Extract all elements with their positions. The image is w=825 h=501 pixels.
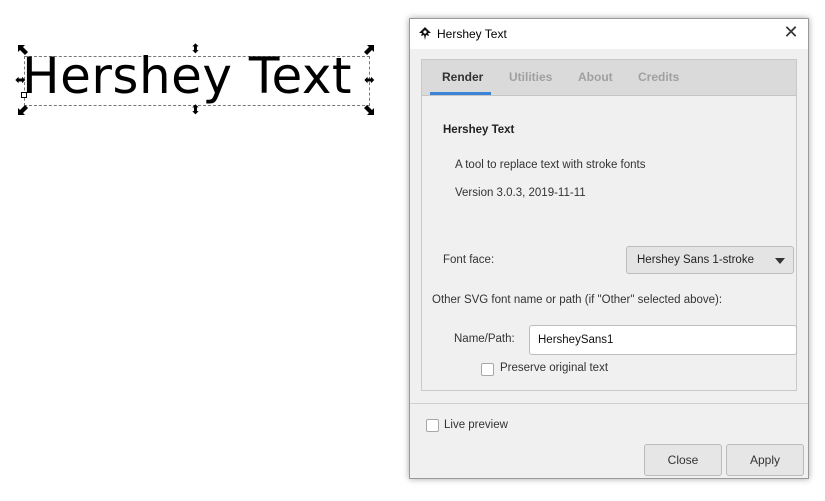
tab-about[interactable]: About (578, 70, 613, 84)
rotation-center-marker[interactable] (21, 92, 27, 98)
tab-notebook: Render Utilities About Credits Hershey T… (421, 59, 797, 391)
canvas-text-object[interactable]: Hershey Text (22, 46, 352, 106)
name-path-field[interactable] (529, 325, 797, 355)
dialog-titlebar[interactable]: Hershey Text ✕ (410, 19, 808, 49)
resize-handle-bottom-left-icon[interactable] (18, 105, 28, 115)
resize-handle-bottom-icon[interactable]: ⬍ (190, 104, 201, 117)
inkscape-logo-icon (418, 27, 432, 41)
resize-handle-top-right-icon[interactable] (364, 45, 374, 55)
tab-credits[interactable]: Credits (638, 70, 679, 84)
font-face-dropdown[interactable]: Hershey Sans 1-stroke (626, 246, 794, 274)
resize-handle-right-icon[interactable]: ⬌ (364, 74, 375, 87)
canvas[interactable]: Hershey Text ⬍ ⬍ ⬌ ⬌ (0, 0, 400, 501)
preserve-original-label[interactable]: Preserve original text (500, 362, 608, 374)
resize-handle-top-left-icon[interactable] (18, 45, 28, 55)
live-preview-checkbox[interactable] (426, 419, 439, 432)
resize-handle-top-icon[interactable]: ⬍ (190, 43, 201, 56)
close-window-icon[interactable]: ✕ (782, 23, 800, 43)
active-tab-indicator (430, 92, 491, 95)
name-path-input[interactable] (530, 326, 796, 354)
close-button[interactable]: Close (644, 444, 722, 476)
preserve-original-checkbox[interactable] (481, 363, 494, 376)
tab-bar: Render Utilities About Credits (422, 60, 796, 96)
version-text: Version 3.0.3, 2019-11-11 (455, 187, 586, 199)
font-face-label: Font face: (443, 254, 495, 266)
tab-render[interactable]: Render (442, 70, 483, 84)
resize-handle-left-icon[interactable]: ⬌ (15, 74, 26, 87)
render-section-title: Hershey Text (443, 124, 515, 136)
apply-button[interactable]: Apply (726, 444, 804, 476)
font-face-selected-value: Hershey Sans 1-stroke (637, 254, 754, 266)
dialog-separator (410, 403, 808, 404)
hershey-text-dialog: Hershey Text ✕ Render Utilities About Cr… (409, 18, 809, 479)
live-preview-label[interactable]: Live preview (444, 419, 508, 431)
dialog-title: Hershey Text (437, 27, 507, 41)
dropdown-arrow-icon (775, 258, 785, 264)
description-text: A tool to replace text with stroke fonts (455, 159, 646, 171)
other-font-label: Other SVG font name or path (if "Other" … (432, 294, 723, 306)
resize-handle-bottom-right-icon[interactable] (364, 105, 374, 115)
tab-utilities[interactable]: Utilities (509, 70, 552, 84)
name-path-label: Name/Path: (454, 333, 515, 345)
